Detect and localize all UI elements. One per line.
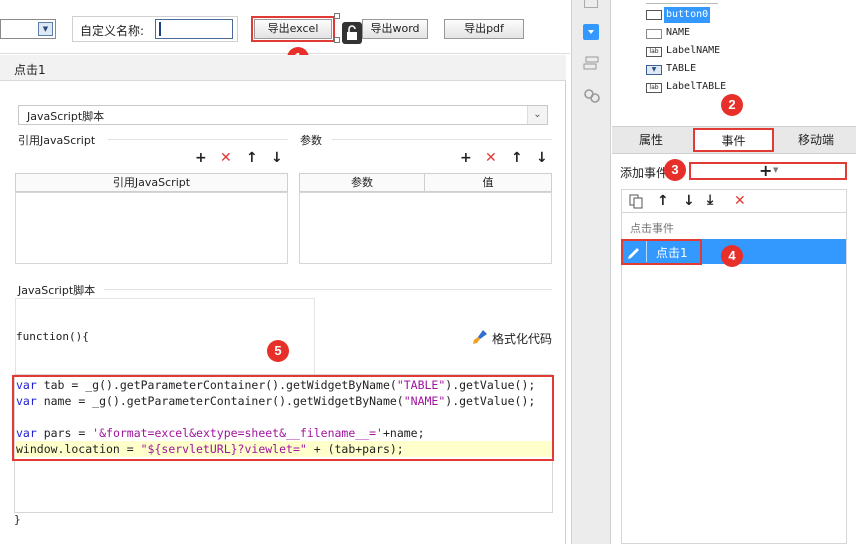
tab-properties[interactable]: 属性 [612,127,690,153]
params-add-icon[interactable]: + [460,151,472,165]
js-script-section-label: JavaScript脚本 [18,284,96,297]
label-widget-icon-2: lab [646,83,662,93]
ref-js-column-header: 引用JavaScript [15,173,288,192]
strip-link-icon[interactable] [583,87,601,105]
tree-item-button0[interactable]: button0 [664,7,711,23]
code-highlight-box [12,375,554,461]
params-table-body[interactable] [299,192,552,264]
click-event-header: 点击事件 [630,222,674,235]
custom-name-input[interactable] [155,19,233,39]
selection-handles [334,13,340,19]
tab-events[interactable]: 事件 [693,128,774,152]
button-widget-icon [646,10,662,20]
ref-js-divider [108,139,288,140]
ref-js-section-label: 引用JavaScript [18,134,96,147]
strip-widget-icon[interactable] [583,24,599,40]
params-divider [332,139,552,140]
ref-js-remove-icon[interactable]: ✕ [220,151,232,165]
export-pdf-button[interactable]: 导出pdf [444,19,524,39]
format-code-label: 格式化代码 [492,332,553,346]
event-move-bottom-icon[interactable]: ⤓ [707,193,713,207]
params-down-icon[interactable]: ↓ [536,151,548,165]
icon-strip [571,0,611,544]
textfield-widget-icon [646,29,662,39]
tree-item-labeltable[interactable]: LabelTABLE [666,79,726,95]
tab-mobile[interactable]: 移动端 [776,127,856,153]
copy-icon[interactable] [628,193,644,209]
add-event-label: 添加事件 [620,166,669,180]
callout-5: 5 [267,340,289,362]
tree-top-clipped-item[interactable] [646,0,718,4]
export-word-button[interactable]: 导出word [362,19,428,39]
function-open: function(){ [16,330,89,343]
plus-icon: + [759,161,773,180]
params-up-icon[interactable]: ↑ [511,151,523,165]
callout-4: 4 [721,245,743,267]
event-title-bar [0,55,566,81]
event-item-highlight [621,239,702,265]
params-col-value: 值 [424,173,552,192]
caret-down-icon: ▼ [773,166,779,174]
script-type-value: JavaScript脚本 [27,110,105,123]
tree-item-labelname[interactable]: LabelNAME [666,43,720,59]
params-col-param: 参数 [299,173,425,192]
params-remove-icon[interactable]: ✕ [485,151,497,165]
label-widget-icon: lab [646,47,662,57]
text-cursor [159,22,161,36]
custom-name-label: 自定义名称: [80,24,145,38]
lock-icon[interactable] [342,22,362,44]
callout-3: 3 [664,159,686,181]
function-close: } [14,513,21,526]
dropdown-arrow-icon: ▼ [38,22,53,36]
strip-layers-icon[interactable] [583,56,601,72]
ref-js-add-icon[interactable]: + [195,151,207,165]
callout-2: 2 [721,94,743,116]
script-type-select[interactable]: JavaScript脚本 ⌄ [18,105,548,125]
ref-js-table-body[interactable] [15,192,288,264]
brush-icon [472,329,488,345]
chevron-down-icon: ⌄ [527,106,547,124]
selection-handle-bottom [334,37,340,43]
export-excel-highlight [251,16,335,42]
tree-item-table[interactable]: TABLE [666,61,696,77]
event-down-icon[interactable]: ↓ [683,194,695,208]
add-event-button[interactable]: + ▼ [689,161,847,180]
ref-js-up-icon[interactable]: ↑ [246,151,258,165]
leading-dropdown[interactable]: ▼ [0,19,56,39]
event-delete-icon[interactable]: ✕ [734,194,746,208]
strip-top-icon[interactable] [584,0,598,8]
combo-widget-icon: ▼ [646,65,662,75]
js-script-divider [104,289,552,290]
tree-item-name[interactable]: NAME [666,25,690,41]
format-code-button[interactable]: 格式化代码 [472,329,556,347]
params-section-label: 参数 [300,134,322,147]
event-title: 点击1 [14,63,46,77]
event-up-icon[interactable]: ↑ [657,194,669,208]
ref-js-down-icon[interactable]: ↓ [271,151,283,165]
